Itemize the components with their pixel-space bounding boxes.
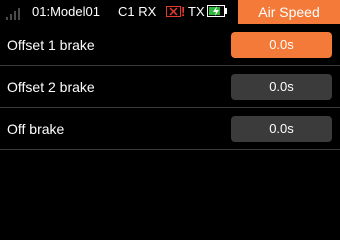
model-name: 01:Model01 — [32, 4, 100, 19]
rx-disconnected-icon — [166, 6, 181, 17]
page-title: Air Speed — [238, 0, 340, 24]
setting-label: Offset 2 brake — [7, 79, 95, 95]
status-bar: 01:Model01 C1 RX ! TX Air Speed — [0, 0, 340, 24]
setting-value-offset-2-brake[interactable]: 0.0s — [231, 74, 332, 100]
setting-row-offset-1-brake[interactable]: Offset 1 brake 0.0s — [0, 24, 340, 66]
setting-row-off-brake[interactable]: Off brake 0.0s — [0, 108, 340, 150]
setting-value-off-brake[interactable]: 0.0s — [231, 116, 332, 142]
setting-value-offset-1-brake[interactable]: 0.0s — [231, 32, 332, 58]
tx-battery-icon — [207, 5, 225, 17]
setting-label: Offset 1 brake — [7, 37, 95, 53]
tx-battery-cap — [225, 8, 227, 14]
setting-label: Off brake — [7, 121, 65, 137]
charging-bolt-icon — [213, 6, 219, 16]
tx-label: TX — [188, 4, 205, 19]
rx-alert-mark: ! — [181, 4, 186, 19]
setting-row-offset-2-brake[interactable]: Offset 2 brake 0.0s — [0, 66, 340, 108]
signal-strength-icon — [6, 6, 24, 20]
rx-label: C1 RX — [118, 4, 157, 19]
